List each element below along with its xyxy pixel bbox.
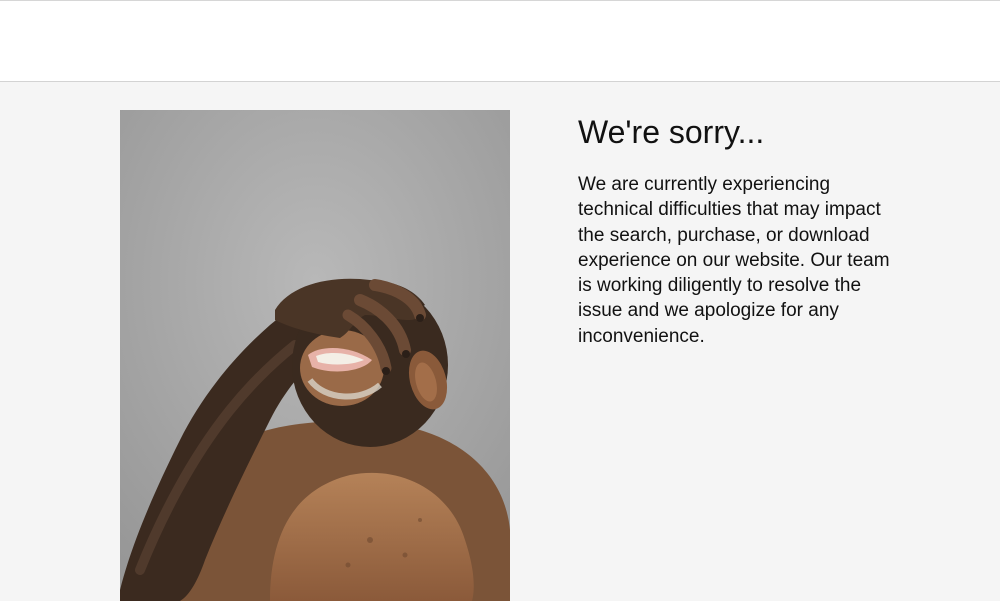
error-title: We're sorry... — [578, 114, 765, 150]
top-header-bar — [0, 0, 1000, 82]
error-message-panel: We're sorry... We are currently experien… — [578, 112, 898, 349]
chimpanzee-facepalm-image — [120, 110, 510, 601]
error-page-content: We're sorry... We are currently experien… — [0, 82, 1000, 601]
error-description: We are currently experiencing technical … — [578, 174, 890, 347]
